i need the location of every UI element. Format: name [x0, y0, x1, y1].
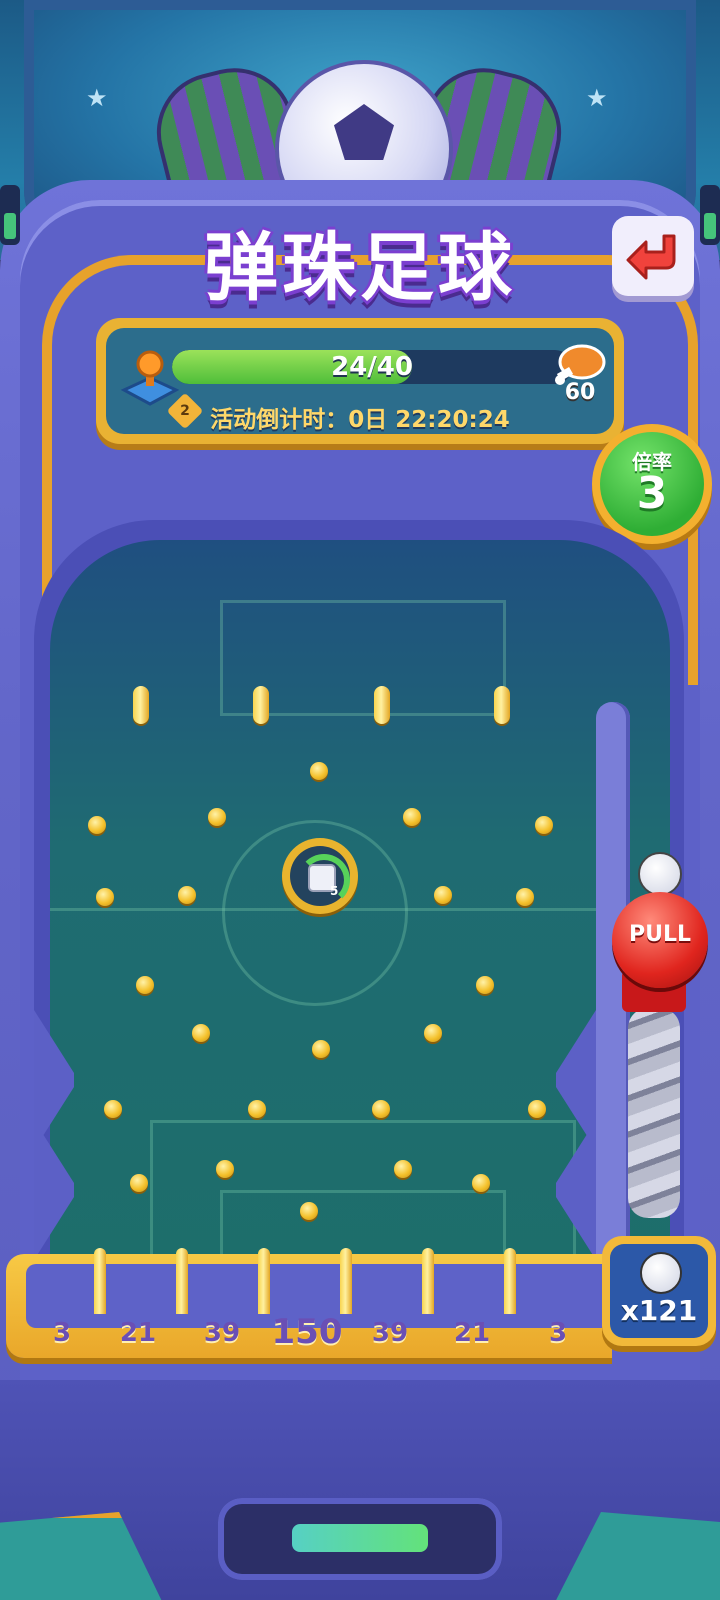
slot-divider	[422, 1248, 434, 1314]
dice-count: 5	[330, 884, 339, 898]
peg	[300, 1202, 318, 1220]
post-peg	[374, 686, 390, 724]
peg	[476, 976, 494, 994]
pinball-game-screen: ★ ★ 弹珠足球 24/40 2 60 活动倒计时：0日 22:20:24 倍率…	[0, 0, 720, 1600]
back-button[interactable]	[612, 216, 694, 296]
post-peg	[494, 686, 510, 724]
dice-bonus: 5	[282, 838, 358, 914]
peg	[248, 1100, 266, 1118]
peg	[216, 1160, 234, 1178]
peg	[96, 888, 114, 906]
soccer-ball-icon	[640, 1252, 682, 1294]
peg	[208, 808, 226, 826]
progress-text: 24/40	[331, 352, 413, 382]
peg	[535, 816, 553, 834]
peg	[104, 1100, 122, 1118]
slot-divider	[94, 1248, 106, 1314]
pull-button[interactable]: PULL	[612, 892, 708, 988]
peg	[394, 1160, 412, 1178]
progress-bar: 24/40	[172, 350, 572, 384]
peg	[403, 808, 421, 826]
pitch-halfway-line	[50, 908, 670, 911]
joystick-icon	[120, 350, 180, 406]
peg	[472, 1174, 490, 1192]
star-icon: ★	[86, 84, 108, 112]
slot-score: 3	[52, 1318, 72, 1348]
event-countdown: 活动倒计时：0日 22:20:24	[210, 407, 510, 433]
slot-score-jackpot: 150	[271, 1312, 343, 1352]
slot-score: 39	[371, 1318, 409, 1348]
slot-score: 3	[548, 1318, 568, 1348]
console-light	[292, 1524, 428, 1552]
pull-label: PULL	[628, 922, 692, 947]
peg	[192, 1024, 210, 1042]
post-peg	[253, 686, 269, 724]
peg	[88, 816, 106, 834]
slot-divider	[258, 1248, 270, 1314]
return-arrow-icon	[626, 234, 676, 280]
peg	[434, 886, 452, 904]
slot-divider	[504, 1248, 516, 1314]
ball-count: x121	[620, 1294, 698, 1327]
slot-score: 21	[453, 1318, 491, 1348]
star-icon: ★	[586, 84, 608, 112]
slot-divider	[176, 1248, 188, 1314]
post-peg	[133, 686, 149, 724]
peg	[130, 1174, 148, 1192]
slot-score: 21	[119, 1318, 157, 1348]
multiplier-value: 3	[636, 468, 668, 519]
ball-counter: x121	[602, 1236, 716, 1346]
soccer-ball-icon	[638, 852, 682, 896]
slot-divider	[340, 1248, 352, 1314]
peg	[372, 1100, 390, 1118]
progress-panel: 24/40 2 60 活动倒计时：0日 22:20:24	[96, 318, 624, 444]
slot-score: 39	[203, 1318, 241, 1348]
peg	[424, 1024, 442, 1042]
peg	[136, 976, 154, 994]
peg	[310, 762, 328, 780]
peg	[312, 1040, 330, 1058]
plunger-spring[interactable]	[628, 1008, 680, 1218]
peg	[516, 888, 534, 906]
multiplier-button[interactable]: 倍率 3	[592, 424, 712, 544]
peg	[178, 886, 196, 904]
peg	[528, 1100, 546, 1118]
